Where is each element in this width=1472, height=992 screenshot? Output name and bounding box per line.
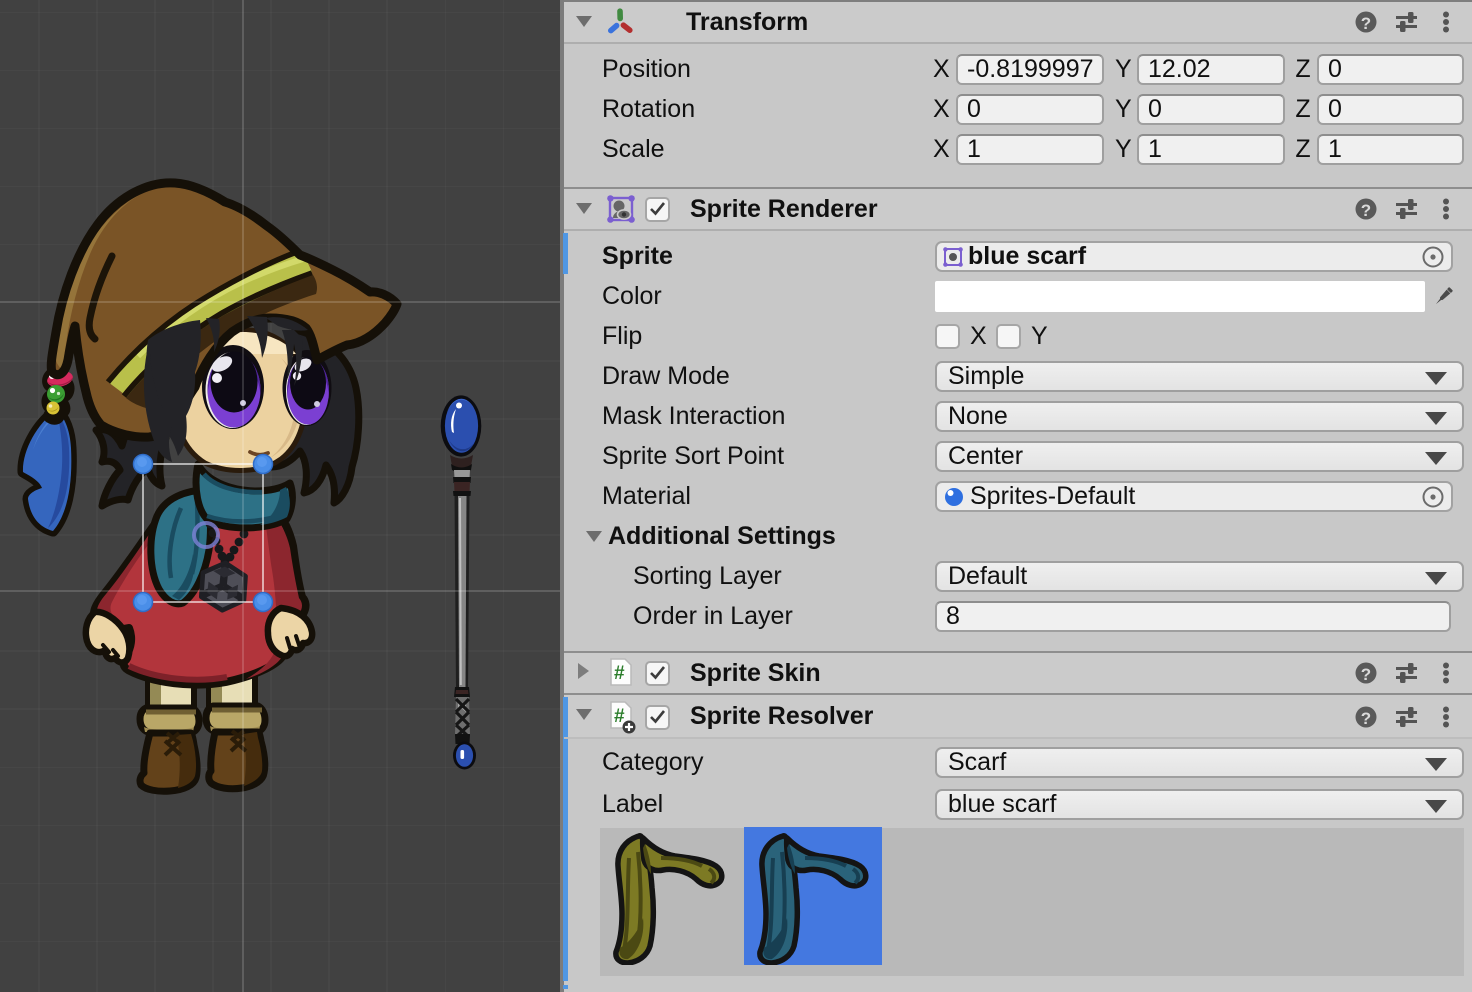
svg-text:?: ? <box>1361 14 1371 33</box>
svg-text:#: # <box>614 663 625 684</box>
svg-text:?: ? <box>1361 665 1371 684</box>
svg-text:?: ? <box>1361 201 1371 220</box>
svg-text:?: ? <box>1361 709 1371 728</box>
